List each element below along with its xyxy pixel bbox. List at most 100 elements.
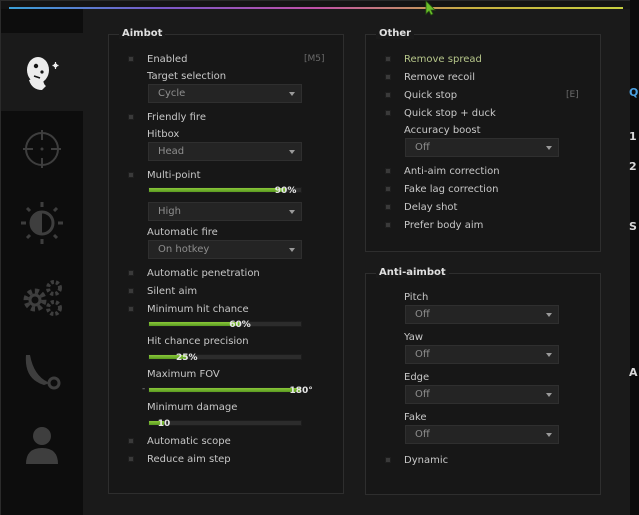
min-damage-slider[interactable]: 10	[148, 419, 302, 429]
chevron-down-icon	[289, 150, 295, 154]
silent-aim-label: Silent aim	[147, 285, 198, 297]
edge-dropdown[interactable]: Off	[405, 385, 559, 404]
fake-dropdown[interactable]: Off	[405, 425, 559, 444]
remove-spread-label: Remove spread	[404, 53, 482, 65]
checkbox[interactable]	[385, 74, 391, 80]
yaw-value: Off	[415, 349, 430, 360]
players-tab[interactable]	[1, 408, 83, 482]
dynamic-checkbox[interactable]: Dynamic	[366, 453, 448, 467]
edge-label: Edge	[404, 372, 430, 383]
friendly-fire-checkbox[interactable]: Friendly fire	[109, 110, 206, 124]
checkbox[interactable]	[128, 438, 134, 444]
chevron-down-icon	[289, 210, 295, 214]
automatic-fire-dropdown[interactable]: On hotkey	[148, 240, 302, 259]
pitch-label: Pitch	[404, 292, 429, 303]
friendly-fire-label: Friendly fire	[147, 111, 206, 123]
background-text: A	[629, 366, 638, 379]
checkbox[interactable]	[385, 457, 391, 463]
automatic-penetration-checkbox[interactable]: Automatic penetration	[109, 266, 260, 280]
hitbox-dropdown[interactable]: Head	[148, 142, 302, 161]
yaw-label: Yaw	[404, 332, 424, 343]
hit-chance-precision-slider[interactable]: 25%	[148, 353, 302, 363]
checkbox[interactable]	[128, 172, 134, 178]
pitch-dropdown[interactable]: Off	[405, 305, 559, 324]
checkbox[interactable]	[128, 270, 134, 276]
fake-label: Fake	[404, 412, 427, 423]
cheat-menu-window: Aimbot Enabled [M5] Target selection Cyc…	[0, 0, 631, 515]
reduce-aim-step-label: Reduce aim step	[147, 453, 231, 465]
checkbox[interactable]	[385, 168, 391, 174]
enabled-hotkey[interactable]: [M5]	[304, 54, 325, 64]
checkbox[interactable]	[385, 92, 391, 98]
quick-stop-duck-checkbox[interactable]: Quick stop + duck	[366, 106, 496, 120]
title-bar[interactable]	[1, 1, 631, 9]
max-fov-value: 180°	[289, 386, 313, 396]
checkbox[interactable]	[385, 56, 391, 62]
accuracy-boost-value: Off	[415, 142, 430, 153]
skins-tab[interactable]	[1, 334, 83, 408]
remove-spread-checkbox[interactable]: Remove spread	[366, 52, 482, 66]
prefer-body-aim-label: Prefer body aim	[404, 219, 484, 231]
background-text: 1	[629, 130, 637, 143]
rage-tab[interactable]	[1, 33, 83, 111]
checkbox[interactable]	[128, 56, 134, 62]
min-hit-chance-checkbox[interactable]: Minimum hit chance	[109, 302, 249, 316]
max-fov-slider[interactable]: 180°	[148, 386, 313, 396]
checkbox[interactable]	[128, 288, 134, 294]
visuals-tab[interactable]	[1, 186, 83, 260]
delay-shot-checkbox[interactable]: Delay shot	[366, 200, 457, 214]
karambit-icon	[25, 355, 61, 390]
brightness-icon	[21, 202, 63, 244]
background-game-strip	[630, 0, 639, 515]
fake-lag-correction-checkbox[interactable]: Fake lag correction	[366, 182, 498, 196]
mouse-cursor-icon	[425, 0, 436, 16]
checkbox[interactable]	[385, 186, 391, 192]
min-hit-chance-value: 60%	[229, 320, 251, 330]
accuracy-boost-label: Accuracy boost	[404, 125, 481, 136]
prefer-body-aim-checkbox[interactable]: Prefer body aim	[366, 218, 483, 232]
automatic-fire-value: On hotkey	[158, 244, 210, 255]
misc-tab[interactable]	[1, 260, 83, 334]
chevron-down-icon	[546, 433, 552, 437]
reduce-aim-step-checkbox[interactable]: Reduce aim step	[109, 452, 231, 466]
checkbox[interactable]	[385, 110, 391, 116]
legit-tab[interactable]	[1, 112, 83, 186]
min-damage-value: 10	[157, 419, 171, 429]
yaw-dropdown[interactable]: Off	[405, 345, 559, 364]
multipoint-scale-dropdown[interactable]: High	[148, 202, 302, 221]
aimbot-group: Aimbot Enabled [M5] Target selection Cyc…	[108, 28, 344, 494]
target-selection-label: Target selection	[147, 71, 227, 82]
checkbox[interactable]	[385, 222, 391, 228]
automatic-penetration-label: Automatic penetration	[147, 267, 260, 279]
anti-aimbot-group: Anti-aimbot Pitch Off Yaw Off Edge Off F…	[365, 267, 601, 495]
rage-panel: Aimbot Enabled [M5] Target selection Cyc…	[83, 9, 631, 515]
chevron-down-icon	[289, 248, 295, 252]
checkbox[interactable]	[385, 204, 391, 210]
enabled-checkbox[interactable]: Enabled	[109, 52, 187, 66]
remove-recoil-checkbox[interactable]: Remove recoil	[366, 70, 475, 84]
quick-stop-checkbox[interactable]: Quick stop	[366, 88, 457, 102]
target-selection-dropdown[interactable]: Cycle	[148, 84, 302, 103]
target-selection-value: Cycle	[158, 88, 186, 99]
slider-fill	[149, 388, 301, 392]
automatic-scope-label: Automatic scope	[147, 435, 231, 447]
silent-aim-checkbox[interactable]: Silent aim	[109, 284, 197, 298]
quick-stop-hotkey[interactable]: [E]	[566, 90, 579, 100]
hit-chance-precision-value: 25%	[176, 353, 198, 363]
accuracy-boost-dropdown[interactable]: Off	[405, 138, 559, 157]
checkbox[interactable]	[128, 306, 134, 312]
automatic-scope-checkbox[interactable]: Automatic scope	[109, 434, 231, 448]
multipoint-label: Multi-point	[147, 169, 201, 181]
chevron-down-icon	[546, 393, 552, 397]
dynamic-label: Dynamic	[404, 454, 449, 466]
anti-aimbot-group-title: Anti-aimbot	[376, 267, 449, 278]
checkbox[interactable]	[128, 114, 134, 120]
multipoint-slider[interactable]: 90%	[148, 186, 302, 196]
chevron-down-icon	[546, 353, 552, 357]
anti-aim-correction-checkbox[interactable]: Anti-aim correction	[366, 164, 500, 178]
multipoint-scale-value: High	[158, 206, 181, 217]
multipoint-checkbox[interactable]: Multi-point	[109, 168, 201, 182]
min-hit-chance-slider[interactable]: 60%	[148, 320, 302, 330]
background-text: Q	[629, 86, 639, 99]
checkbox[interactable]	[128, 456, 134, 462]
